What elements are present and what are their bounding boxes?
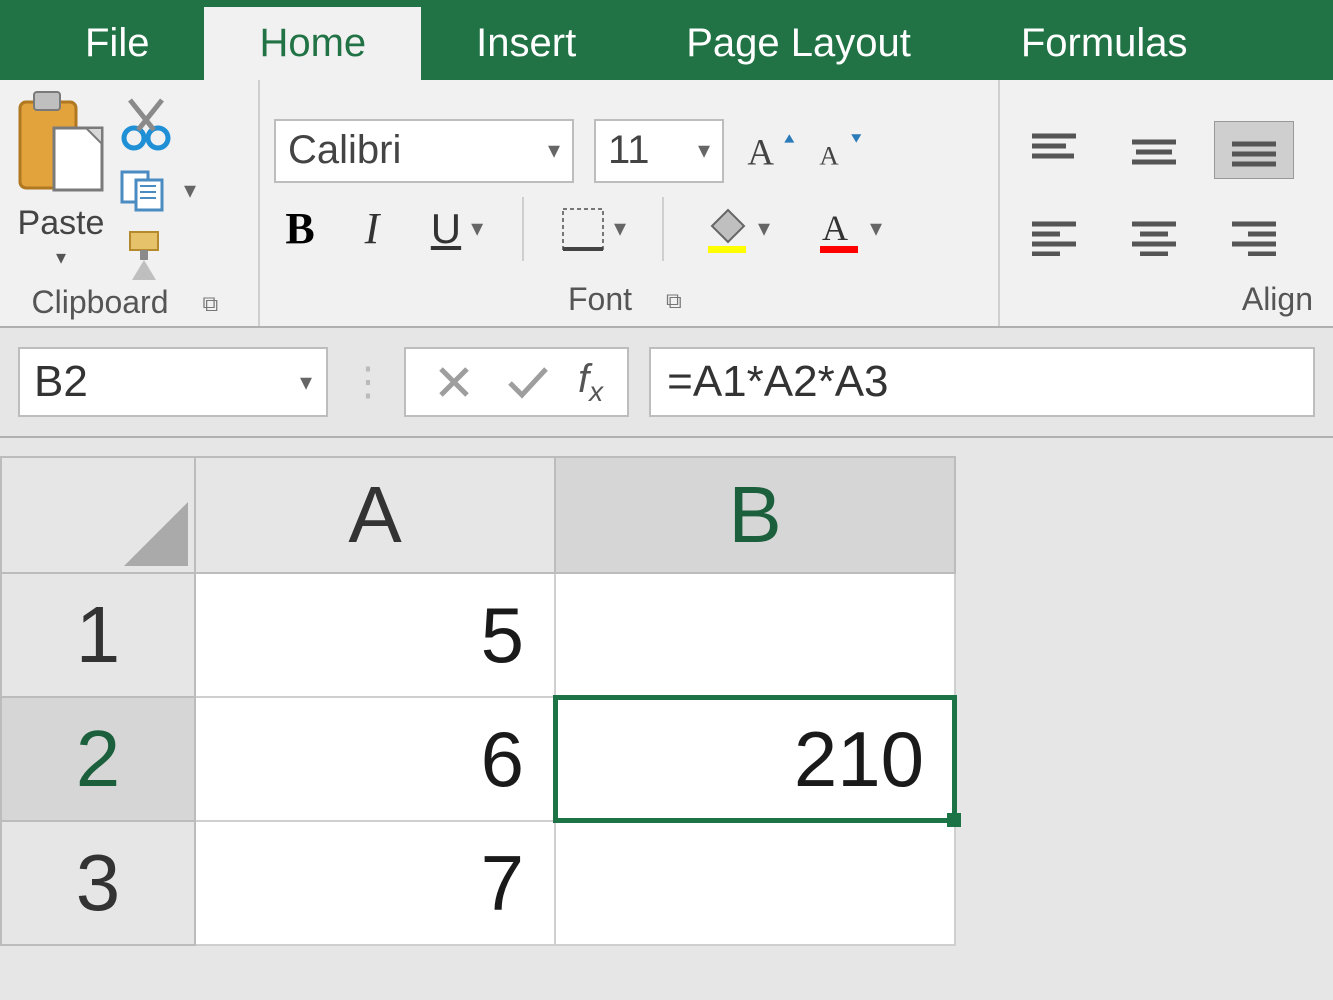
tab-formulas[interactable]: Formulas [966,7,1243,80]
formula-edit-buttons: fx [404,347,629,417]
fill-color-button[interactable]: ▾ [690,203,782,255]
copy-dropdown[interactable]: ▾ [184,176,196,205]
grow-font-button[interactable]: A [744,125,796,177]
fx-icon[interactable]: fx [578,357,603,408]
ribbon-body: Paste ▾ [0,80,1333,328]
group-label-align: Align [1242,281,1313,318]
select-all-corner[interactable] [1,457,195,573]
formula-value: =A1*A2*A3 [667,357,888,407]
formula-input[interactable]: =A1*A2*A3 [649,347,1315,417]
grip-icon: ⋮ [348,359,384,405]
group-alignment: Align [1000,80,1333,326]
chevron-down-icon: ▾ [548,136,560,165]
cell-B2[interactable]: 210 [555,697,955,821]
font-color-button[interactable]: A ▾ [802,203,894,255]
cancel-formula-button[interactable] [430,358,478,406]
tab-insert[interactable]: Insert [421,7,631,80]
cell-A1[interactable]: 5 [195,573,555,697]
row-header-1[interactable]: 1 [1,573,195,697]
chevron-down-icon: ▾ [300,368,312,397]
shrink-font-button[interactable]: A [816,125,868,177]
group-clipboard: Paste ▾ [0,80,260,326]
chevron-down-icon: ▾ [614,214,626,243]
row-header-3[interactable]: 3 [1,821,195,945]
chevron-down-icon: ▾ [471,214,483,243]
group-label-font: Font [568,281,632,318]
divider [522,197,524,261]
copy-button[interactable]: ▾ [118,168,196,212]
cell-A2[interactable]: 6 [195,697,555,821]
italic-button[interactable]: I [346,203,398,255]
font-name-combo[interactable]: Calibri ▾ [274,119,574,183]
group-label-clipboard: Clipboard [32,284,169,321]
column-header-B[interactable]: B [555,457,955,573]
chevron-down-icon: ▾ [870,214,882,243]
paste-dropdown[interactable]: ▾ [56,245,66,270]
align-bottom-button[interactable] [1214,121,1294,179]
cell-A3[interactable]: 7 [195,821,555,945]
cell-B3[interactable] [555,821,955,945]
align-center-button[interactable] [1114,207,1194,265]
align-middle-button[interactable] [1114,121,1194,179]
cut-button[interactable] [118,96,196,152]
cell-B1[interactable] [555,573,955,697]
bold-button[interactable]: B [274,203,326,255]
format-painter-button[interactable] [118,228,196,284]
name-box[interactable]: B2 ▾ [18,347,328,417]
divider [662,197,664,261]
tab-home[interactable]: Home [204,7,421,80]
clipboard-launcher[interactable]: ⧉ [202,291,226,315]
tab-page-layout[interactable]: Page Layout [631,7,966,80]
chevron-down-icon: ▾ [698,136,710,165]
svg-text:A: A [819,140,839,170]
name-box-value: B2 [34,357,88,407]
svg-text:A: A [747,131,774,172]
ribbon-tabs: File Home Insert Page Layout Formulas [0,0,1333,80]
font-name-value: Calibri [288,128,401,173]
align-left-button[interactable] [1014,207,1094,265]
group-font: Calibri ▾ 11 ▾ A [260,80,1000,326]
paste-icon[interactable] [14,88,108,198]
paste-label[interactable]: Paste [18,204,105,243]
svg-text:A: A [822,208,848,248]
font-size-value: 11 [608,128,650,173]
row-header-2[interactable]: 2 [1,697,195,821]
enter-formula-button[interactable] [504,358,552,406]
align-right-button[interactable] [1214,207,1294,265]
tab-file[interactable]: File [30,7,204,80]
formula-bar-area: B2 ▾ ⋮ fx =A1*A2*A3 [0,328,1333,438]
borders-button[interactable]: ▾ [550,203,636,255]
column-header-A[interactable]: A [195,457,555,573]
align-top-button[interactable] [1014,121,1094,179]
font-size-combo[interactable]: 11 ▾ [594,119,724,183]
font-launcher[interactable]: ⧉ [666,288,690,312]
spreadsheet-grid: A B 1 5 2 6 210 3 7 [0,456,956,946]
sheet-area: A B 1 5 2 6 210 3 7 [0,438,1333,946]
chevron-down-icon: ▾ [758,214,770,243]
underline-button[interactable]: U ▾ [418,203,496,255]
